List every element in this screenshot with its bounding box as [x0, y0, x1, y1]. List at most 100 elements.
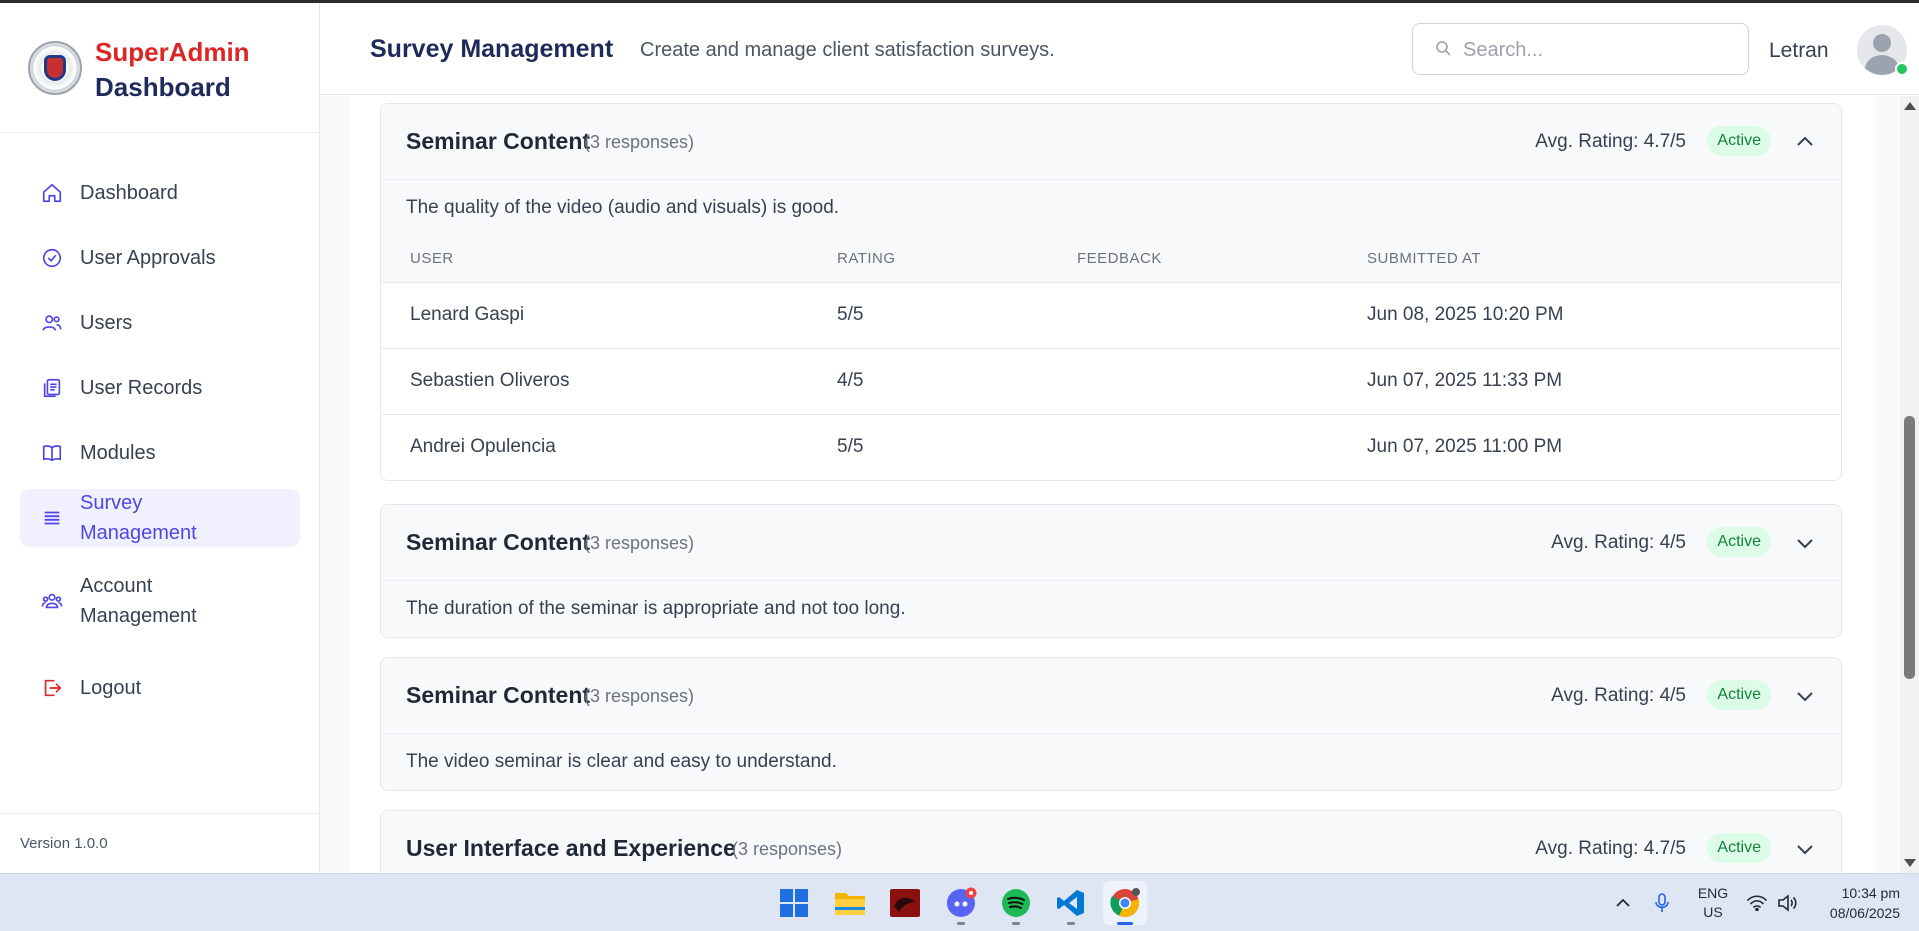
column-header-feedback: FEEDBACK: [1048, 236, 1338, 283]
language-code: ENG: [1697, 885, 1729, 901]
vscode-icon[interactable]: [1049, 881, 1093, 925]
sidebar-item-logout[interactable]: Logout: [20, 659, 300, 717]
avatar-head-shape: [1873, 34, 1891, 52]
cell-submitted-at: Jun 07, 2025 11:33 PM: [1338, 348, 1841, 415]
sidebar-item-user-records[interactable]: User Records: [20, 359, 300, 417]
column-header-user: USER: [381, 236, 808, 283]
home-icon: [40, 181, 64, 205]
cell-feedback: [1048, 348, 1338, 415]
account-group-icon: [40, 589, 64, 613]
wifi-icon[interactable]: [1745, 874, 1769, 931]
app-running-indicator: [1067, 922, 1075, 925]
status-badge: Active: [1707, 680, 1771, 710]
survey-question: The video seminar is clear and easy to u…: [381, 734, 1841, 790]
status-badge: Active: [1707, 527, 1771, 557]
check-circle-icon: [40, 246, 64, 270]
search-icon: [1436, 41, 1451, 56]
chevron-down-icon[interactable]: [1795, 686, 1815, 706]
cell-user: Andrei Opulencia: [410, 436, 556, 458]
school-seal-logo: [28, 41, 82, 95]
search-box[interactable]: [1412, 23, 1749, 75]
scrollbar-thumb[interactable]: [1904, 416, 1915, 679]
app-running-indicator: [957, 922, 965, 925]
survey-card-header[interactable]: Seminar Content (3 responses) Avg. Ratin…: [381, 658, 1841, 734]
survey-question: The quality of the video (audio and visu…: [381, 180, 1841, 236]
status-badge: Active: [1707, 833, 1771, 863]
sidebar-item-user-approvals[interactable]: User Approvals: [20, 229, 300, 287]
page-subtitle: Create and manage client satisfaction su…: [640, 39, 1055, 61]
windows-start-icon[interactable]: [772, 881, 816, 925]
survey-card: User Interface and Experience (3 respons…: [380, 810, 1842, 873]
book-icon: [40, 441, 64, 465]
scroll-up-arrow-icon[interactable]: [1904, 102, 1916, 110]
survey-card-header[interactable]: Seminar Content (3 responses) Avg. Ratin…: [381, 505, 1841, 581]
table-header-row: USER RATING FEEDBACK SUBMITTED AT: [381, 236, 1841, 283]
survey-avg-rating: Avg. Rating: 4/5: [1551, 685, 1686, 706]
cell-rating: 5/5: [808, 282, 1048, 349]
sidebar-item-label: Users: [80, 312, 133, 334]
show-hidden-icons-chevron-icon[interactable]: [1611, 874, 1635, 931]
chrome-icon[interactable]: [1103, 881, 1147, 925]
red-app-icon[interactable]: [883, 881, 927, 925]
survey-response-count: (3 responses): [584, 533, 695, 553]
file-explorer-icon[interactable]: [828, 881, 872, 925]
page-title: Survey Management: [370, 35, 614, 63]
sidebar-item-label: Survey Management: [80, 492, 197, 544]
sidebar-item-account-management[interactable]: Account Management: [20, 565, 300, 637]
survey-card-header[interactable]: Seminar Content (3 responses) Avg. Ratin…: [381, 104, 1841, 180]
users-icon: [40, 311, 64, 335]
discord-icon[interactable]: [939, 881, 983, 925]
chevron-down-icon[interactable]: [1795, 533, 1815, 553]
language-indicator[interactable]: ENG US: [1693, 884, 1733, 922]
vertical-scrollbar[interactable]: [1900, 96, 1919, 873]
brand-title-line1: SuperAdmin: [95, 37, 250, 67]
avatar-body-shape: [1865, 55, 1899, 75]
chevron-up-icon[interactable]: [1795, 132, 1815, 152]
windows-taskbar: ENG US 10:34 pm 08/06/2025: [0, 873, 1919, 931]
app-running-indicator: [1012, 922, 1020, 925]
sidebar-item-label: Account Management: [80, 575, 197, 627]
logout-icon: [40, 676, 64, 700]
scroll-down-arrow-icon[interactable]: [1904, 859, 1916, 867]
table-row: Andrei Opulencia 5/5 Jun 07, 2025 11:00 …: [381, 414, 1841, 480]
cell-rating: 4/5: [808, 348, 1048, 415]
chevron-down-icon[interactable]: [1795, 839, 1815, 859]
survey-avg-rating: Avg. Rating: 4.7/5: [1535, 131, 1686, 152]
survey-category: User Interface and Experience: [406, 835, 736, 861]
survey-response-count: (3 responses): [732, 839, 843, 859]
microphone-icon[interactable]: [1650, 874, 1674, 931]
sidebar-item-dashboard[interactable]: Dashboard: [20, 164, 300, 222]
table-row: Sebastien Oliveros 4/5 Jun 07, 2025 11:3…: [381, 348, 1841, 415]
clock-time: 10:34 pm: [1841, 885, 1900, 901]
sidebar-item-modules[interactable]: Modules: [20, 424, 300, 482]
sidebar-item-users[interactable]: Users: [20, 294, 300, 352]
app-running-indicator: [1117, 922, 1133, 925]
survey-category: Seminar Content: [406, 682, 591, 708]
clock-date: 08/06/2025: [1829, 905, 1900, 921]
cell-user: Lenard Gaspi: [381, 282, 808, 349]
sidebar-item-label: User Approvals: [80, 247, 216, 269]
survey-avg-rating: Avg. Rating: 4/5: [1551, 532, 1686, 553]
records-icon: [40, 376, 64, 400]
volume-icon[interactable]: [1775, 874, 1799, 931]
system-clock[interactable]: 10:34 pm 08/06/2025: [1800, 883, 1900, 923]
responses-table: USER RATING FEEDBACK SUBMITTED AT Lenard…: [381, 236, 1841, 480]
cell-feedback: [1048, 414, 1338, 480]
sidebar: SuperAdmin Dashboard Dashboard User Appr…: [0, 3, 320, 873]
list-icon: [40, 506, 64, 530]
cell-feedback: [1048, 282, 1338, 349]
cell-user: Sebastien Oliveros: [381, 348, 808, 415]
brand-title-line2: Dashboard: [95, 72, 231, 102]
search-input[interactable]: [1463, 36, 1733, 64]
user-name: Letran: [1769, 39, 1829, 62]
cell-submitted-at: Jun 08, 2025 10:20 PM: [1338, 282, 1841, 349]
survey-category: Seminar Content: [406, 128, 591, 154]
table-row: Lenard Gaspi 5/5 Jun 08, 2025 10:20 PM: [381, 282, 1841, 349]
main-content: Seminar Content (3 responses) Avg. Ratin…: [320, 96, 1900, 873]
survey-card: Seminar Content (3 responses) Avg. Ratin…: [380, 103, 1842, 481]
sidebar-item-survey-management[interactable]: Survey Management: [20, 489, 300, 547]
spotify-icon[interactable]: [994, 881, 1038, 925]
survey-card-header[interactable]: User Interface and Experience (3 respons…: [381, 811, 1841, 873]
sidebar-item-label: Logout: [80, 677, 142, 699]
top-header: Survey Management Create and manage clie…: [320, 3, 1919, 95]
